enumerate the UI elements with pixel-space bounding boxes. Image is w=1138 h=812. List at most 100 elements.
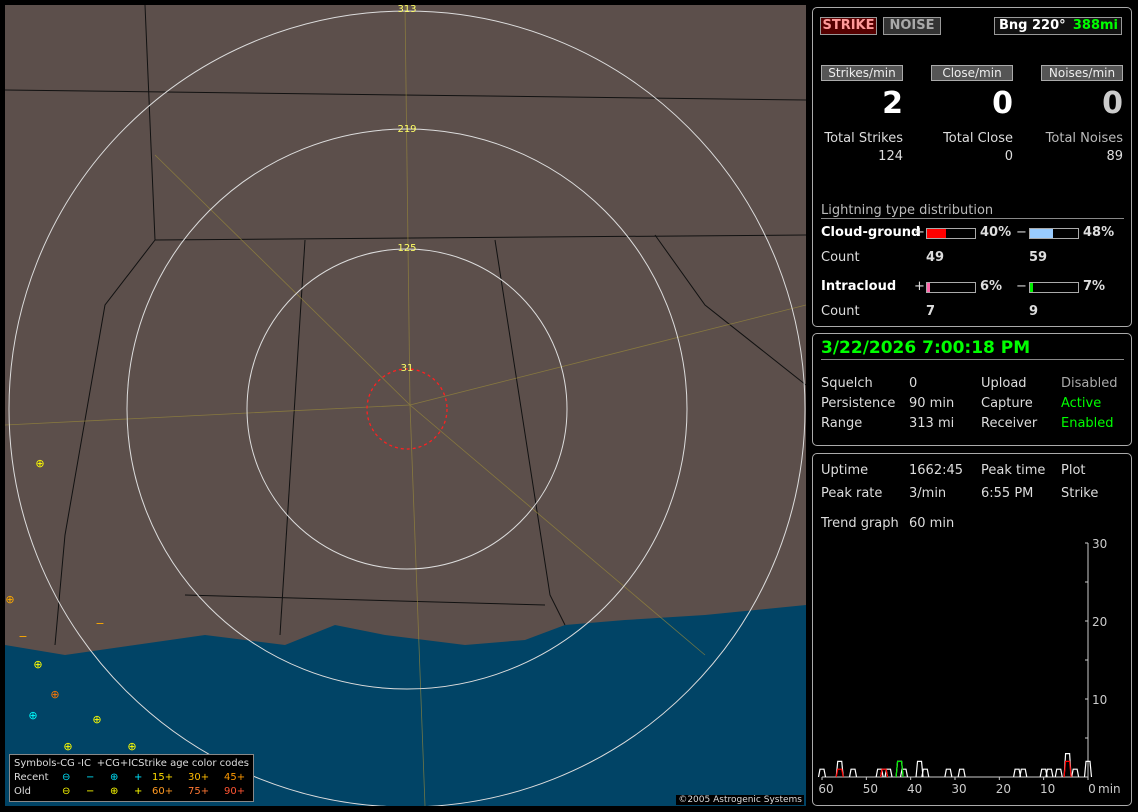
strikes-per-min-label[interactable]: Strikes/min <box>821 65 903 81</box>
cg-count-label: Count <box>821 250 860 265</box>
strike-button[interactable]: STRIKE <box>820 17 877 35</box>
total-strikes-value: 124 <box>878 149 903 164</box>
receiver-label: Receiver <box>981 416 1038 431</box>
trend-value[interactable]: 60 min <box>909 516 954 531</box>
trend-label: Trend graph <box>821 516 899 531</box>
ic-pos-sign: + <box>914 279 925 294</box>
stats-panel: Uptime 1662:45 Peak time Plot Peak rate … <box>812 453 1132 806</box>
total-strikes-label: Total Strikes <box>824 131 903 146</box>
strike-marker: ⊕ <box>28 709 37 722</box>
plus-cg-icon: ⊕ <box>110 772 119 783</box>
ic-pos-bar <box>926 282 976 293</box>
legend-header: +CG <box>96 758 120 769</box>
strike-marker: ⊕ <box>63 740 72 753</box>
strike-marker: ⊕ <box>50 688 59 701</box>
strike-marker: − <box>18 630 27 643</box>
persistence-value: 90 min <box>909 396 955 411</box>
range-value: 313 mi <box>909 416 955 431</box>
legend-header: -CG <box>56 758 75 769</box>
cg-pos-pct: 40% <box>980 225 1012 240</box>
receiver-value: Enabled <box>1061 416 1114 431</box>
strike-marker: − <box>95 617 104 630</box>
strike-marker: ⊕ <box>127 740 136 753</box>
bearing-display: Bng 220° 388mi <box>994 17 1122 35</box>
capture-label: Capture <box>981 396 1033 411</box>
minus-cg-icon: ⊖ <box>62 772 71 783</box>
ic-pos-count: 7 <box>926 304 936 319</box>
strike-marker: ⊕ <box>92 713 101 726</box>
age-code: 15+ <box>152 772 174 783</box>
minus-cg-icon: ⊖ <box>62 786 71 797</box>
distribution-title: Lightning type distribution <box>821 203 1124 219</box>
age-code: 30+ <box>188 772 210 783</box>
copyright: ©2005 Astrogenic Systems <box>676 795 804 805</box>
upload-label: Upload <box>981 376 1027 391</box>
plot-label: Plot <box>1061 463 1086 478</box>
capture-value: Active <box>1061 396 1102 411</box>
persistence-label: Persistence <box>821 396 896 411</box>
cg-pos-count: 49 <box>926 250 945 265</box>
plot-value[interactable]: Strike <box>1061 486 1098 501</box>
plus-ic-icon: + <box>134 786 143 797</box>
peak-time-label: Peak time <box>981 463 1046 478</box>
strike-panel: STRIKE NOISE Bng 220° 388mi Strikes/min C… <box>812 7 1132 327</box>
cg-label: Cloud-ground <box>821 225 921 240</box>
strike-marker: ⊕ <box>33 658 42 671</box>
cg-neg-sign: − <box>1016 225 1027 240</box>
distance-value: 388mi <box>1072 18 1118 33</box>
close-per-min-label[interactable]: Close/min <box>931 65 1013 81</box>
squelch-value: 0 <box>909 376 918 391</box>
noise-button[interactable]: NOISE <box>883 17 941 35</box>
strike-map[interactable]: 313 219 125 31 ⊕ ⊕ − ⊕ ⊕ ⊕ ⊕ ⊕ ⊕ − Symbo… <box>5 5 806 806</box>
range-label-125: 125 <box>397 243 416 254</box>
cg-neg-pct: 48% <box>1083 225 1115 240</box>
cg-pos-bar <box>926 228 976 239</box>
age-code: 45+ <box>224 772 246 783</box>
legend-header: Strike age color codes <box>138 758 249 769</box>
strike-marker: ⊕ <box>5 593 14 606</box>
noises-per-min-label[interactable]: Noises/min <box>1041 65 1123 81</box>
legend-header: +IC <box>119 758 139 769</box>
range-label-31: 31 <box>401 363 414 374</box>
ic-neg-sign: − <box>1016 279 1027 294</box>
map-graphics: 313 219 125 31 ⊕ ⊕ − ⊕ ⊕ ⊕ ⊕ ⊕ ⊕ − <box>5 5 806 806</box>
range-label: Range <box>821 416 863 431</box>
total-close-value: 0 <box>1004 149 1013 164</box>
minus-ic-icon: − <box>86 786 95 797</box>
cg-pos-sign: + <box>914 225 925 240</box>
legend-recent-label: Recent <box>14 772 49 783</box>
ic-neg-bar <box>1029 282 1079 293</box>
total-noises-value: 89 <box>1106 149 1123 164</box>
peak-time-value: 6:55 PM <box>981 486 1034 501</box>
strikes-per-min-value: 2 <box>882 86 903 121</box>
legend-old-label: Old <box>14 786 31 797</box>
squelch-label: Squelch <box>821 376 873 391</box>
status-panel: 3/22/2026 7:00:18 PM Squelch 0 Upload Di… <box>812 333 1132 446</box>
datetime: 3/22/2026 7:00:18 PM <box>821 338 1124 360</box>
range-label-219: 219 <box>397 124 416 135</box>
age-code: 75+ <box>188 786 210 797</box>
ic-count-label: Count <box>821 304 860 319</box>
plus-cg-icon: ⊕ <box>110 786 119 797</box>
minus-ic-icon: − <box>86 772 95 783</box>
legend-header: Symbols <box>14 758 57 769</box>
age-code: 90+ <box>224 786 246 797</box>
range-label-313: 313 <box>397 5 416 15</box>
ic-neg-pct: 7% <box>1083 279 1106 294</box>
ic-label: Intracloud <box>821 279 897 294</box>
cg-neg-bar <box>1029 228 1079 239</box>
bearing-value: Bng 220° <box>999 18 1066 33</box>
total-close-label: Total Close <box>943 131 1013 146</box>
age-code: 60+ <box>152 786 174 797</box>
peak-rate-label: Peak rate <box>821 486 883 501</box>
ic-pos-pct: 6% <box>980 279 1003 294</box>
noises-per-min-value: 0 <box>1102 86 1123 121</box>
total-noises-label: Total Noises <box>1045 131 1123 146</box>
uptime-label: Uptime <box>821 463 869 478</box>
ic-neg-count: 9 <box>1029 304 1039 319</box>
strike-marker: ⊕ <box>35 457 44 470</box>
close-per-min-value: 0 <box>992 86 1013 121</box>
peak-rate-value: 3/min <box>909 486 947 501</box>
upload-value: Disabled <box>1061 376 1118 391</box>
cg-neg-count: 59 <box>1029 250 1048 265</box>
